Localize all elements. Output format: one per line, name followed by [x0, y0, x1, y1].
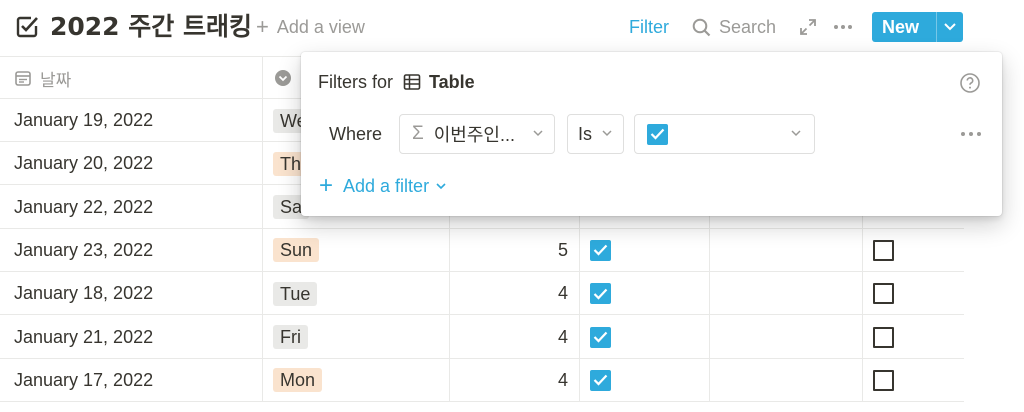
column-header-date[interactable]: 날짜: [14, 57, 71, 99]
calendar-icon: [15, 71, 31, 86]
cell-day[interactable]: Fri: [273, 316, 308, 359]
filter-row-more-icon[interactable]: [959, 124, 983, 144]
cell-day[interactable]: Sun: [273, 229, 320, 272]
new-button-label: New: [882, 16, 920, 37]
cell-date[interactable]: January 18, 2022: [14, 272, 153, 315]
add-view-label: Add a view: [276, 16, 365, 37]
checkbox-empty-icon[interactable]: [873, 326, 894, 348]
help-icon[interactable]: [959, 72, 981, 94]
day-tag: Tue: [273, 281, 318, 306]
chevron-down-icon: [533, 130, 543, 137]
cell-date[interactable]: January 21, 2022: [14, 316, 153, 359]
filter-value-select[interactable]: [634, 114, 815, 154]
chevron-down-icon: [791, 130, 801, 137]
column-header-label: 날짜: [40, 70, 72, 90]
checkbox-empty-icon[interactable]: [873, 369, 894, 391]
cell-count[interactable]: 5: [450, 229, 568, 272]
checkbox-empty-icon[interactable]: [873, 283, 894, 305]
filter-title-prefix: Filters for: [318, 71, 394, 92]
cell-checkbox[interactable]: [590, 316, 611, 359]
checkbox-checked-icon: [647, 123, 668, 145]
checkbox-empty-icon[interactable]: [873, 239, 894, 261]
chevron-down-icon: [602, 130, 612, 137]
table-row[interactable]: January 17, 2022 Mon 4: [0, 359, 964, 402]
column-divider: [262, 56, 263, 402]
add-filter-button[interactable]: + Add a filter: [319, 173, 447, 199]
checkbox-checked-icon[interactable]: [590, 326, 611, 348]
add-view-button[interactable]: + Add a view: [256, 14, 365, 40]
checkbox-edit-icon: [16, 16, 38, 38]
table-icon: [403, 74, 421, 90]
filter-popup-title: Filters for Table: [318, 70, 475, 94]
expand-icon[interactable]: [798, 17, 818, 37]
cell-count[interactable]: 4: [450, 359, 568, 402]
cell-date[interactable]: January 20, 2022: [14, 142, 153, 185]
new-dropdown-chevron[interactable]: [937, 23, 963, 31]
table-row[interactable]: January 23, 2022 Sun 5: [0, 229, 964, 272]
table-row[interactable]: January 21, 2022 Fri 4: [0, 316, 964, 359]
cell-date[interactable]: January 17, 2022: [14, 359, 153, 402]
checkbox-checked-icon[interactable]: [590, 239, 611, 261]
day-tag: Fri: [273, 325, 308, 349]
checkbox-checked-icon[interactable]: [590, 369, 611, 391]
cell-checkbox-2[interactable]: [873, 272, 894, 315]
day-tag: Mon: [273, 368, 323, 393]
cell-date[interactable]: January 23, 2022: [14, 229, 153, 272]
page-title: 2022 주간 트래킹: [50, 12, 252, 41]
cell-day[interactable]: Mon: [273, 359, 323, 402]
cell-checkbox[interactable]: [590, 359, 611, 402]
filter-value-checkbox[interactable]: [647, 123, 668, 145]
filter-table-name: Table: [429, 71, 475, 92]
cell-date[interactable]: January 22, 2022: [14, 186, 153, 229]
cell-checkbox[interactable]: [590, 229, 611, 272]
cell-day[interactable]: Tue: [273, 272, 318, 315]
chevron-down-icon: [944, 23, 956, 31]
filter-where-label: Where: [329, 123, 383, 144]
filter-operator-label: Is: [578, 123, 593, 144]
cell-count[interactable]: 4: [450, 272, 568, 315]
new-button[interactable]: New: [872, 12, 963, 42]
cell-checkbox-2[interactable]: [873, 359, 894, 402]
chevron-down-icon: [436, 183, 446, 190]
day-tag: Sun: [273, 238, 320, 263]
add-filter-label: Add a filter: [343, 175, 430, 196]
filter-property-label: 이번주인...: [433, 125, 515, 145]
select-icon: [275, 70, 291, 86]
table-row[interactable]: January 18, 2022 Tue 4: [0, 272, 964, 316]
plus-icon: +: [319, 172, 334, 199]
plus-icon: +: [256, 14, 269, 39]
more-icon[interactable]: [832, 16, 854, 38]
filter-property-select[interactable]: Σ 이번주인...: [399, 114, 555, 154]
checkbox-checked-icon[interactable]: [590, 283, 611, 305]
filter-popup: Filters for Table Where Σ 이번주인... Is + A…: [301, 52, 1002, 216]
column-header-day[interactable]: [274, 57, 292, 99]
page-header: 2022 주간 트래킹 + Add a view Filter Search N…: [0, 0, 1024, 54]
cell-count[interactable]: 4: [450, 316, 568, 359]
filter-operator-select[interactable]: Is: [567, 114, 624, 154]
cell-date[interactable]: January 19, 2022: [14, 99, 153, 142]
cell-checkbox-2[interactable]: [873, 229, 894, 272]
cell-checkbox-2[interactable]: [873, 316, 894, 359]
filter-button[interactable]: Filter: [629, 14, 669, 40]
search-label: Search: [719, 17, 777, 37]
cell-checkbox[interactable]: [590, 272, 611, 315]
search-button[interactable]: Search: [692, 14, 776, 40]
search-icon: [692, 18, 711, 36]
formula-icon: Σ: [412, 123, 424, 144]
